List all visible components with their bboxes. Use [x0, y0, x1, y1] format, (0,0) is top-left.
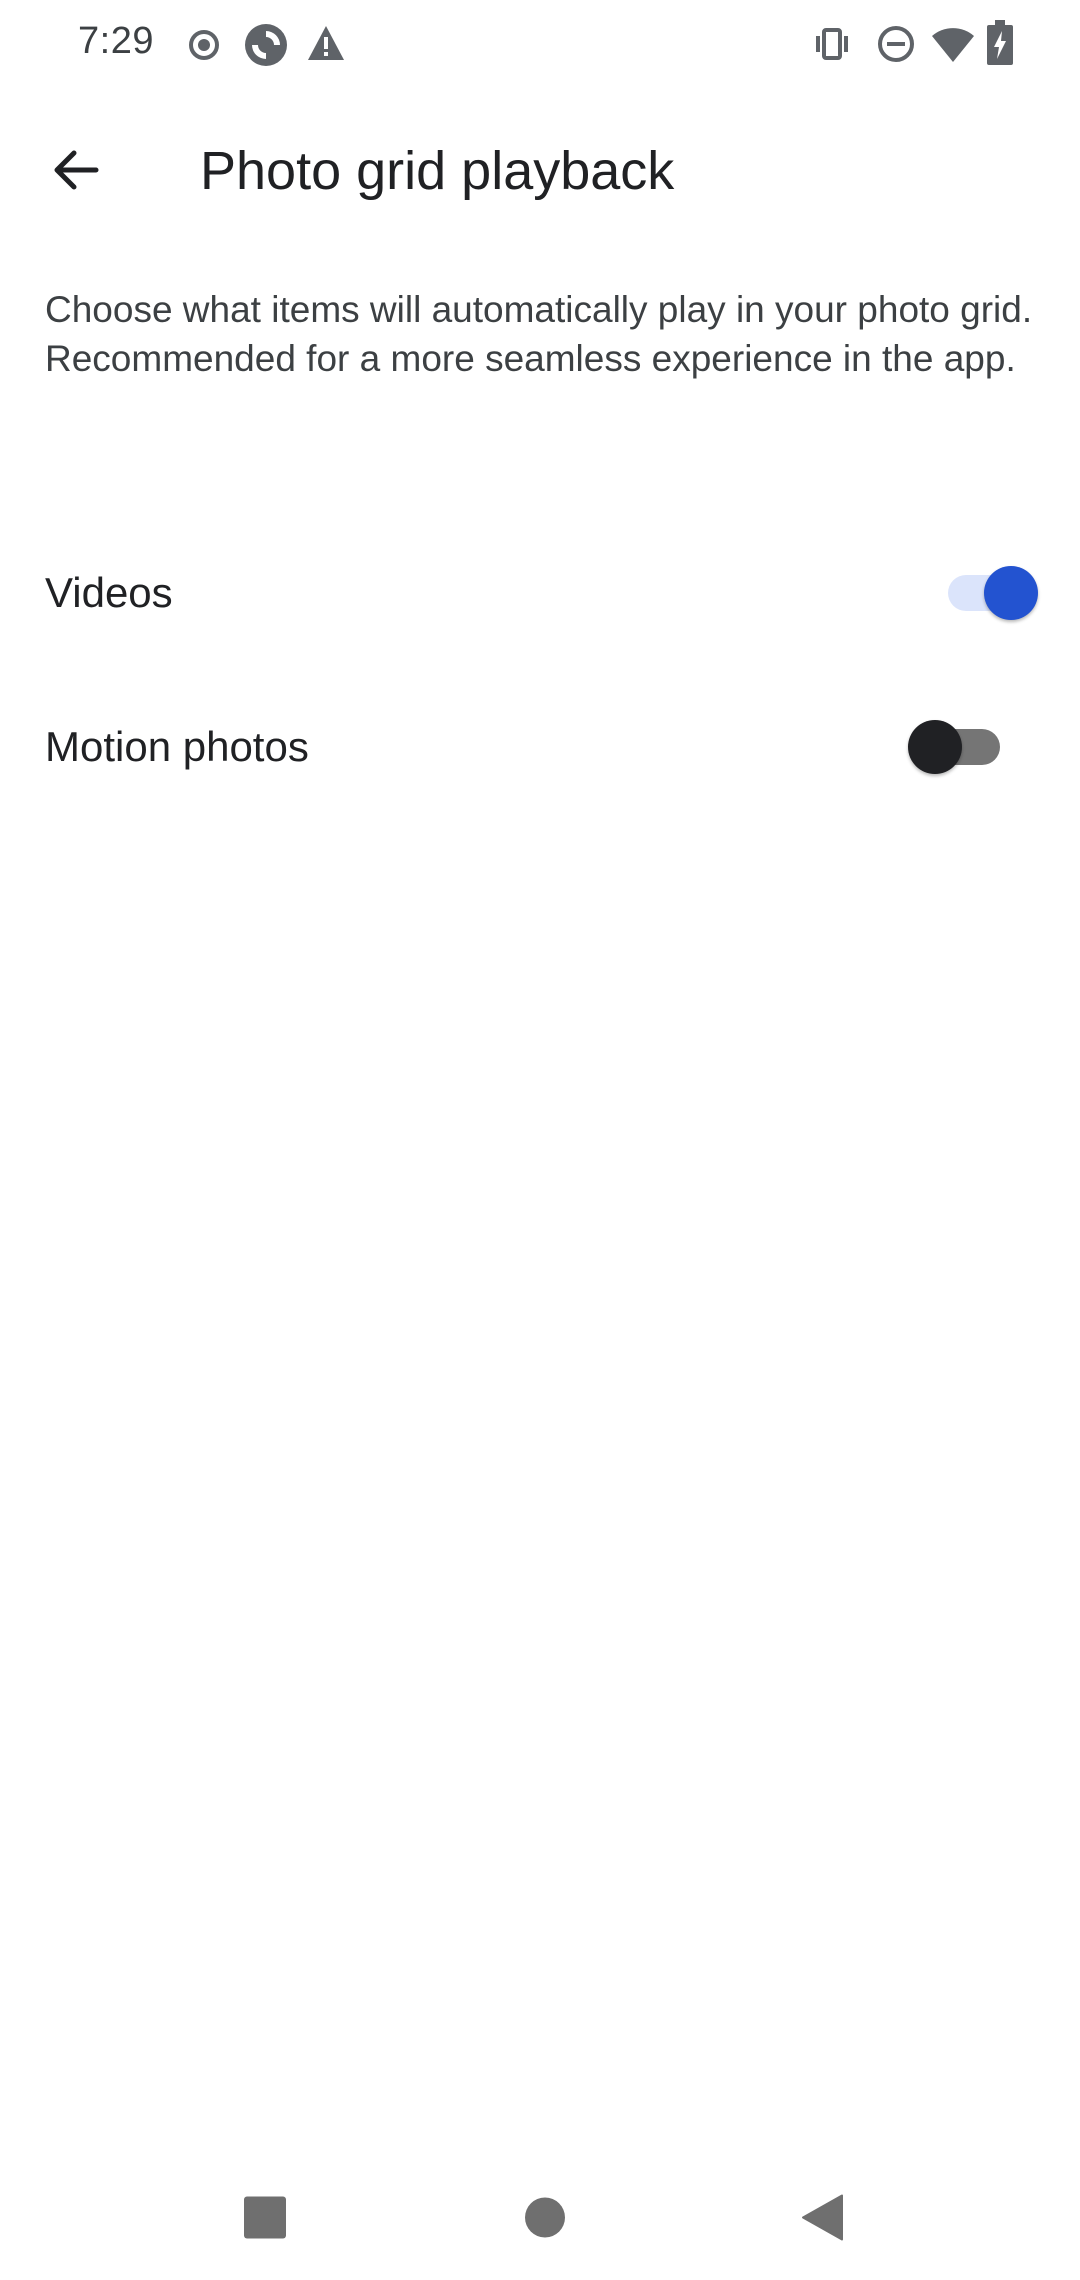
- setting-label-videos: Videos: [45, 569, 173, 616]
- description-text: Choose what items will automatically pla…: [45, 289, 1033, 379]
- wifi-icon: [930, 24, 976, 64]
- videos-toggle[interactable]: [928, 561, 1040, 625]
- warning-icon: [306, 24, 346, 62]
- back-triangle-icon: [800, 2194, 844, 2247]
- sync-icon: [243, 22, 289, 68]
- battery-charging-icon: [986, 20, 1014, 66]
- record-icon: [186, 27, 222, 63]
- toggle-thumb: [984, 566, 1038, 620]
- toggle-thumb: [908, 720, 962, 774]
- status-time: 7:29: [78, 20, 154, 62]
- arrow-back-icon: [50, 144, 102, 201]
- back-button[interactable]: [36, 132, 116, 212]
- nav-back-button[interactable]: [800, 2194, 844, 2247]
- page-title: Photo grid playback: [200, 141, 675, 201]
- navigation-bar: [0, 2160, 1080, 2280]
- setting-row-videos[interactable]: Videos: [0, 518, 1080, 668]
- app-bar: Photo grid playback: [0, 110, 1080, 234]
- setting-row-motion-photos[interactable]: Motion photos: [0, 672, 1080, 822]
- setting-label-motion-photos: Motion photos: [45, 723, 309, 770]
- home-button[interactable]: [524, 2197, 566, 2244]
- recents-button[interactable]: [243, 2196, 287, 2245]
- status-bar: 7:29: [0, 0, 1080, 90]
- home-circle-icon: [524, 2197, 566, 2244]
- do-not-disturb-icon: [876, 24, 916, 64]
- vibrate-icon: [812, 24, 852, 64]
- recents-square-icon: [243, 2196, 287, 2245]
- motion-photos-toggle[interactable]: [906, 715, 1018, 779]
